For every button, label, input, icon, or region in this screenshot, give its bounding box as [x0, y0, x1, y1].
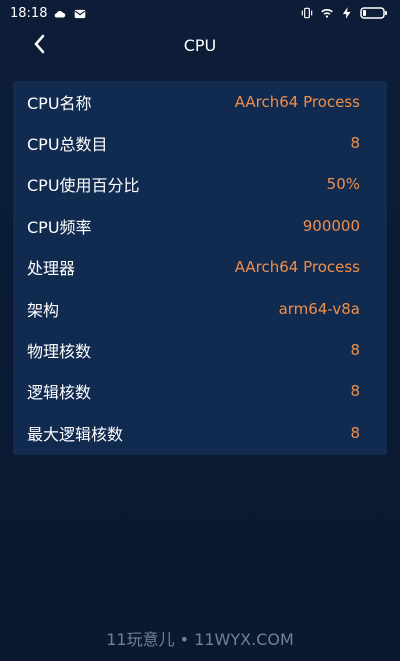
row-value: AArch64 Process — [234, 258, 360, 277]
row-label: 物理核数 — [27, 342, 92, 362]
info-row-cpu-usage: CPU使用百分比 50% — [13, 164, 387, 205]
row-label: CPU总数目 — [27, 135, 108, 155]
info-row-logical-cores: 逻辑核数 8 — [13, 371, 387, 412]
charging-icon — [340, 6, 354, 20]
battery-icon — [360, 6, 388, 20]
status-bar: 18:18 — [0, 0, 400, 28]
row-label: 最大逻辑核数 — [27, 424, 124, 444]
page-title: CPU — [183, 36, 217, 55]
cpu-info-card: CPU名称 AArch64 Process CPU总数目 8 CPU使用百分比 … — [13, 81, 387, 455]
info-row-max-logical-cores: 最大逻辑核数 8 — [13, 412, 387, 453]
row-value: 8 — [350, 382, 360, 401]
info-row-cpu-count: CPU总数目 8 — [13, 122, 387, 163]
row-value: 900000 — [302, 216, 360, 235]
app-header: CPU — [0, 28, 400, 64]
wifi-icon — [320, 6, 334, 20]
row-label: CPU使用百分比 — [27, 176, 140, 196]
status-left: 18:18 — [10, 6, 87, 21]
watermark-text: 11玩意儿 • 11WYX.COM — [106, 630, 294, 649]
row-label: CPU频率 — [27, 217, 92, 237]
time-text: 18:18 — [10, 6, 48, 21]
row-label: 处理器 — [27, 259, 76, 279]
info-row-cpu-name: CPU名称 AArch64 Process — [13, 81, 387, 122]
info-row-cpu-frequency: CPU频率 900000 — [13, 205, 387, 246]
info-row-architecture: 架构 arm64-v8a — [13, 288, 387, 329]
row-label: CPU名称 — [27, 93, 92, 113]
row-value: 50% — [326, 175, 360, 194]
cloud-icon — [53, 7, 67, 21]
info-row-physical-cores: 物理核数 8 — [13, 329, 387, 370]
status-right — [300, 6, 388, 20]
row-value: AArch64 Process — [234, 92, 360, 111]
row-value: arm64-v8a — [278, 299, 360, 318]
row-label: 架构 — [27, 300, 60, 320]
cpu-info-screen: 18:18 CPU CPU名称 AArch64 Process CPU总数目 8… — [0, 0, 400, 661]
info-row-processor: 处理器 AArch64 Process — [13, 247, 387, 288]
row-value: 8 — [350, 423, 360, 442]
mail-icon — [73, 7, 87, 21]
row-label: 逻辑核数 — [27, 383, 92, 403]
row-value: 8 — [350, 134, 360, 153]
vibrate-icon — [300, 6, 314, 20]
row-value: 8 — [350, 341, 360, 360]
